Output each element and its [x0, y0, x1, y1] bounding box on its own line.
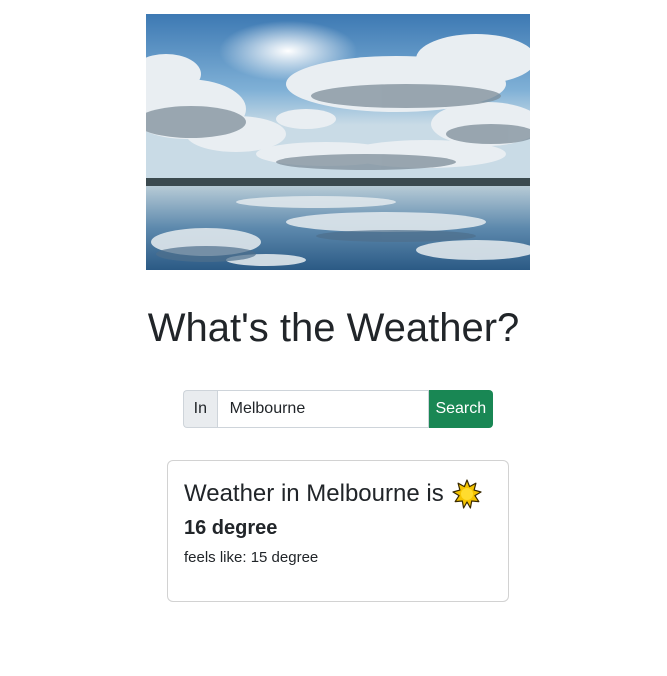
hero-image [146, 14, 530, 270]
weather-result-card: Weather in Melbourne is 16 degree feels … [167, 460, 509, 602]
sun-icon [452, 479, 482, 509]
in-prefix-label: In [183, 390, 217, 428]
feels-like-text: feels like: 15 degree [184, 549, 319, 566]
weather-heading-text: Weather in Melbourne is [184, 480, 444, 507]
weather-heading: Weather in Melbourne is [184, 478, 482, 510]
temperature-value: 16 degree [184, 517, 278, 539]
search-button[interactable]: Search [428, 390, 493, 428]
page-title: What's the Weather? [147, 306, 520, 350]
city-input[interactable] [216, 390, 429, 428]
search-form: In Search [183, 390, 493, 428]
